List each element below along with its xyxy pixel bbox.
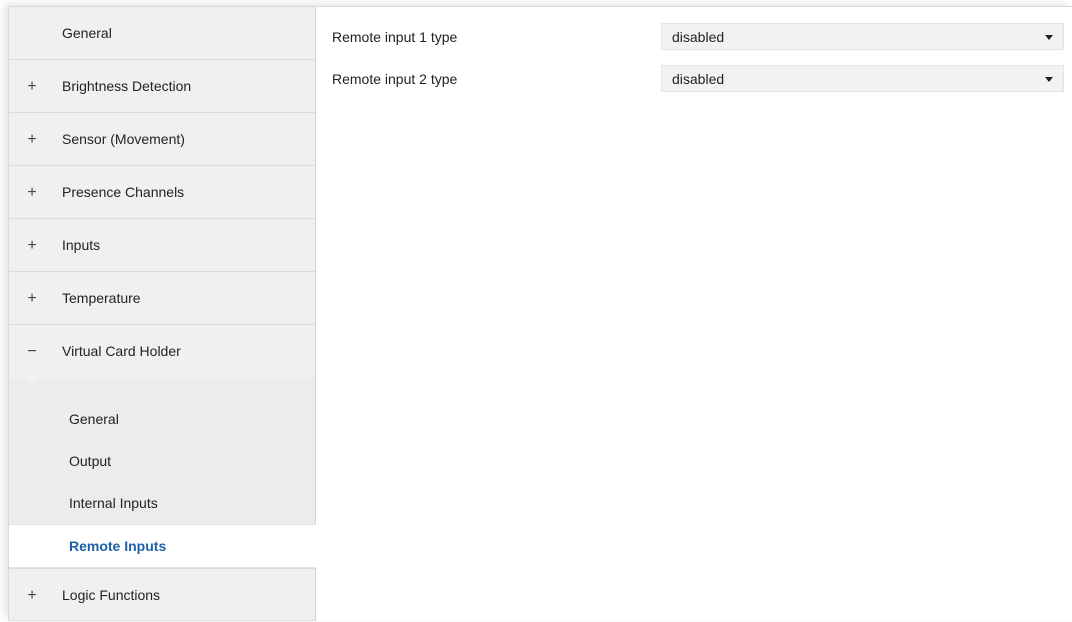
sidebar-item-label: Inputs bbox=[62, 237, 101, 253]
sidebar-item-brightness-detection[interactable]: + Brightness Detection bbox=[9, 60, 315, 113]
sidebar-item-inputs[interactable]: + Inputs bbox=[9, 219, 315, 272]
sidebar-item-label: Brightness Detection bbox=[62, 78, 192, 94]
select-value: disabled bbox=[672, 29, 725, 45]
sub-item-output[interactable]: Output bbox=[9, 440, 315, 482]
parameter-panel: Remote input 1 type disabled Remote inpu… bbox=[316, 7, 1072, 621]
sidebar-item-label: General bbox=[62, 25, 112, 41]
sub-item-remote-inputs[interactable]: Remote Inputs bbox=[9, 524, 316, 568]
sub-item-general[interactable]: General bbox=[9, 398, 315, 440]
minus-icon[interactable]: − bbox=[25, 325, 39, 378]
sidebar-item-temperature[interactable]: + Temperature bbox=[9, 272, 315, 325]
remote-input-2-type-select[interactable]: disabled bbox=[661, 65, 1064, 92]
sidebar-item-virtual-card-holder[interactable]: − Virtual Card Holder bbox=[9, 325, 315, 378]
param-label: Remote input 2 type bbox=[332, 71, 458, 87]
sidebar-item-label: Temperature bbox=[62, 290, 141, 306]
sidebar: General + Brightness Detection + Sensor … bbox=[9, 7, 316, 621]
plus-icon[interactable]: + bbox=[25, 272, 39, 325]
remote-input-1-type-select[interactable]: disabled bbox=[661, 23, 1064, 50]
sidebar-item-label: Virtual Card Holder bbox=[62, 343, 181, 359]
app-frame: General + Brightness Detection + Sensor … bbox=[8, 6, 1072, 621]
chevron-down-icon bbox=[1045, 77, 1053, 82]
sidebar-item-presence-channels[interactable]: + Presence Channels bbox=[9, 166, 315, 219]
expanded-notch-icon bbox=[23, 377, 41, 386]
param-label: Remote input 1 type bbox=[332, 29, 458, 45]
sidebar-item-label: Logic Functions bbox=[62, 587, 161, 603]
plus-icon[interactable]: + bbox=[25, 60, 39, 113]
plus-icon[interactable]: + bbox=[25, 166, 39, 219]
param-row-remote-input-1: Remote input 1 type disabled bbox=[316, 23, 1072, 51]
sub-item-internal-inputs[interactable]: Internal Inputs bbox=[9, 482, 315, 524]
select-value: disabled bbox=[672, 71, 725, 87]
param-row-remote-input-2: Remote input 2 type disabled bbox=[316, 65, 1072, 93]
plus-icon[interactable]: + bbox=[25, 219, 39, 272]
sidebar-item-logic-functions[interactable]: + Logic Functions bbox=[9, 568, 315, 621]
sidebar-item-label: Sensor (Movement) bbox=[62, 131, 185, 147]
sidebar-item-label: Presence Channels bbox=[62, 184, 185, 200]
chevron-down-icon bbox=[1045, 35, 1053, 40]
sidebar-item-general[interactable]: General bbox=[9, 7, 315, 60]
sidebar-item-sensor-movement[interactable]: + Sensor (Movement) bbox=[9, 113, 315, 166]
plus-icon[interactable]: + bbox=[25, 113, 39, 166]
plus-icon[interactable]: + bbox=[25, 569, 39, 622]
virtual-card-holder-subitems: General Output Internal Inputs Remote In… bbox=[9, 377, 316, 568]
